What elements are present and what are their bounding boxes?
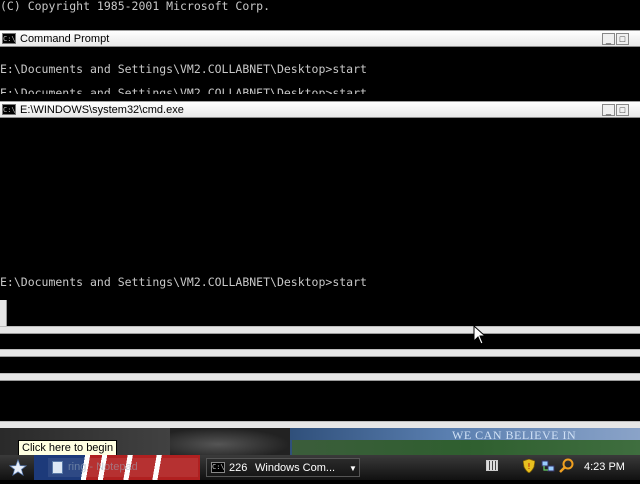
minimize-button[interactable]: _	[602, 104, 615, 116]
chevron-down-icon: ▼	[349, 464, 357, 473]
window1-titlebar[interactable]: C:\ Command Prompt _ □	[0, 30, 640, 47]
window3-frame[interactable]	[0, 326, 640, 334]
taskbar-notepad[interactable]: ring - Notepad	[48, 458, 198, 477]
group-label: Windows Com...	[255, 462, 336, 474]
start-tooltip: Click here to begin	[18, 440, 118, 456]
notepad-icon	[52, 461, 63, 474]
window5-frame[interactable]	[0, 373, 640, 381]
window2-titlebar[interactable]: C:\ E:\WINDOWS\system32\cmd.exe _ □	[0, 101, 640, 118]
star-icon	[8, 458, 28, 477]
cmd-icon: C:\	[2, 104, 16, 115]
cmd-icon: C:\	[211, 462, 225, 473]
start-button[interactable]	[4, 458, 32, 477]
banner-text: WE CAN BELIEVE IN	[452, 428, 577, 442]
banner-photo	[170, 428, 290, 455]
notepad-label: ring - Notepad	[68, 461, 138, 473]
minimize-button[interactable]: _	[602, 33, 615, 45]
window1-title: Command Prompt	[20, 33, 110, 45]
window1-line-1: E:\Documents and Settings\VM2.COLLABNET\…	[0, 62, 367, 76]
copyright-line: (C) Copyright 1985-2001 Microsoft Corp.	[0, 0, 271, 13]
svg-text:!: !	[527, 462, 530, 471]
cmd-icon: C:\	[2, 33, 16, 44]
shield-icon[interactable]: !	[523, 459, 535, 473]
maximize-button[interactable]: □	[616, 104, 629, 116]
keyboard-icon[interactable]	[486, 460, 498, 471]
taskbar-windows-group[interactable]: C:\ 226 Windows Com... ▼	[206, 458, 360, 477]
window2-line-1: E:\Documents and Settings\VM2.COLLABNET\…	[0, 275, 367, 289]
window-edge	[0, 300, 7, 327]
taskbar: ring - Notepad C:\ 226 Windows Com... ▼ …	[0, 455, 640, 480]
window4-frame[interactable]	[0, 349, 640, 357]
mouse-cursor-icon	[473, 325, 486, 345]
group-count: 226	[229, 462, 248, 474]
clock[interactable]: 4:23 PM	[584, 458, 625, 477]
search-icon[interactable]	[559, 458, 574, 473]
maximize-button[interactable]: □	[616, 33, 629, 45]
window2-title: E:\WINDOWS\system32\cmd.exe	[20, 104, 184, 116]
network-icon[interactable]	[541, 459, 555, 473]
window1-line-2: E:\Documents and Settings\VM2.COLLABNET\…	[0, 86, 367, 94]
